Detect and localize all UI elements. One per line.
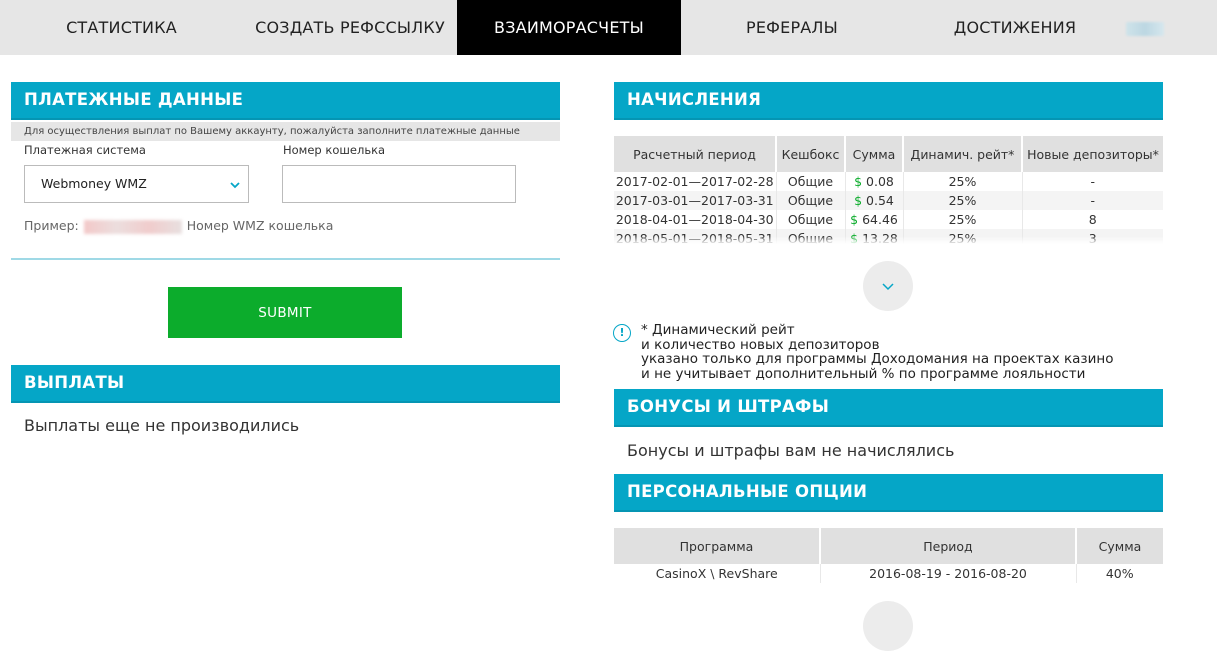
cell-cashbox: Общие <box>776 210 846 229</box>
accruals-table-scroll[interactable]: Расчетный период Кешбокс Сумма Динамич. … <box>614 136 1163 244</box>
amount-value: 0.54 <box>866 193 894 208</box>
tab-referrals[interactable]: РЕФЕРАЛЫ <box>681 0 903 55</box>
tab-achievements[interactable]: ДОСТИЖЕНИЯ <box>903 0 1127 55</box>
col-amount: Сумма <box>1076 528 1163 564</box>
wallet-number-input[interactable] <box>282 165 516 203</box>
payouts-empty-text: Выплаты еще не производились <box>24 416 300 435</box>
expand-personal-options-button[interactable] <box>863 601 913 651</box>
info-icon: ! <box>613 324 631 342</box>
bonuses-empty-text: Бонусы и штрафы вам не начислялись <box>627 441 955 460</box>
tab-statistics[interactable]: СТАТИСТИКА <box>0 0 243 55</box>
tab-settlements[interactable]: ВЗАИМОРАСЧЕТЫ <box>457 0 681 55</box>
cell-rate: 25% <box>903 191 1023 210</box>
payouts-header: ВЫПЛАТЫ <box>11 365 560 403</box>
top-nav: СТАТИСТИКА СОЗДАТЬ РЕФССЫЛКУ ВЗАИМОРАСЧЕ… <box>0 0 1217 55</box>
note-line: указано только для программы Доходомания… <box>641 351 1114 367</box>
cell-depositors: - <box>1090 174 1095 189</box>
cell-amount: 40% <box>1105 566 1134 581</box>
cell-amount: $ 64.46 <box>845 210 904 229</box>
payment-system-label: Платежная система <box>24 143 146 157</box>
col-new-depositors: Новые депозиторы* <box>1022 136 1163 172</box>
chevron-down-icon <box>230 166 240 202</box>
expand-accruals-button[interactable] <box>863 261 913 311</box>
example-suffix: Номер WMZ кошелька <box>186 218 334 233</box>
currency-sign: $ <box>850 212 859 227</box>
cell-rate: 25% <box>903 172 1023 191</box>
table-row: CasinoX \ RevShare 2016-08-19 - 2016-08-… <box>614 564 1163 583</box>
col-period: Расчетный период <box>614 136 777 172</box>
note-line: и количество новых депозиторов <box>641 336 880 353</box>
cell-period: 2017-03-01—2017-03-31 <box>614 191 777 210</box>
personal-options-header: ПЕРСОНАЛЬНЫЕ ОПЦИИ <box>614 474 1163 512</box>
cell-amount: $ 0.54 <box>845 191 904 210</box>
cell-period: 2018-04-01—2018-04-30 <box>614 210 777 229</box>
amount-value: 64.46 <box>862 212 898 227</box>
table-row: 2017-03-01—2017-03-31 Общие $ 0.54 25% - <box>614 191 1163 210</box>
table-row: 2017-02-01—2017-02-28 Общие $ 0.08 25% - <box>614 172 1163 191</box>
cell-period: 2016-08-19 - 2016-08-20 <box>820 564 1077 583</box>
payment-system-select[interactable]: Webmoney WMZ <box>24 165 249 203</box>
payment-system-selected: Webmoney WMZ <box>41 176 147 191</box>
wallet-number-label: Номер кошелька <box>283 143 386 157</box>
personal-options-table: Программа Период Сумма CasinoX \ RevShar… <box>614 528 1163 583</box>
cell-amount: $ 0.08 <box>845 172 904 191</box>
col-dynamic-rate: Динамич. рейт* <box>903 136 1023 172</box>
col-program: Программа <box>614 528 821 564</box>
chevron-down-icon <box>882 283 894 291</box>
tab-create-reflink[interactable]: СОЗДАТЬ РЕФССЫЛКУ <box>243 0 457 55</box>
bonuses-header: БОНУСЫ И ШТРАФЫ <box>614 389 1163 427</box>
table-fade <box>614 236 1163 244</box>
cell-cashbox: Общие <box>776 172 846 191</box>
col-amount: Сумма <box>845 136 904 172</box>
table-row: 2018-04-01—2018-04-30 Общие $ 64.46 25% … <box>614 210 1163 229</box>
example-value-blurred <box>83 219 182 234</box>
note-line: и не учитывает дополнительный % по прогр… <box>641 365 1086 382</box>
submit-button[interactable]: SUBMIT <box>168 287 402 338</box>
example-prefix: Пример: <box>24 218 79 233</box>
currency-sign: $ <box>854 174 863 189</box>
payment-info-text: Для осуществления выплат по Вашему аккау… <box>11 122 560 141</box>
note-line: * Динамический рейт <box>641 322 795 338</box>
accruals-table: Расчетный период Кешбокс Сумма Динамич. … <box>614 136 1163 244</box>
cell-period: 2017-02-01—2017-02-28 <box>614 172 777 191</box>
cell-cashbox: Общие <box>776 191 846 210</box>
cell-program: CasinoX \ RevShare <box>614 564 821 583</box>
form-divider <box>11 258 560 260</box>
col-period: Период <box>820 528 1077 564</box>
currency-sign: $ <box>854 193 863 208</box>
accruals-note: * Динамический рейт и количество новых д… <box>641 323 1113 381</box>
user-avatar-blurred[interactable] <box>1126 22 1164 36</box>
payment-data-header: ПЛАТЕЖНЫЕ ДАННЫЕ <box>11 82 560 120</box>
col-cashbox: Кешбокс <box>776 136 846 172</box>
cell-rate: 25% <box>903 210 1023 229</box>
accruals-header: НАЧИСЛЕНИЯ <box>614 82 1163 120</box>
amount-value: 0.08 <box>866 174 894 189</box>
wallet-example: Пример: Номер WMZ кошелька <box>24 218 333 234</box>
cell-depositors: 8 <box>1088 212 1097 227</box>
cell-depositors: - <box>1022 191 1163 210</box>
